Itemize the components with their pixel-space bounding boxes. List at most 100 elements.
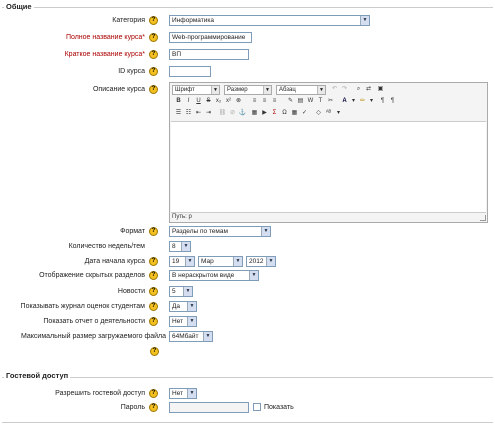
format-select[interactable]: Разделы по темам ▼ — [169, 226, 271, 237]
guest-password-input[interactable] — [169, 402, 249, 413]
help-icon[interactable]: ? — [149, 33, 158, 42]
highlight-color-icon[interactable]: ✏ — [358, 97, 367, 106]
maxbytes-label: Максимальный размер загружаемого файла — [20, 333, 166, 340]
paint-icon[interactable]: ✎ — [286, 97, 295, 106]
nolink-icon[interactable]: ✓ — [300, 109, 309, 118]
news-select[interactable]: 5 ▼ — [169, 286, 193, 297]
help-icon[interactable]: ? — [149, 85, 158, 94]
help-icon[interactable]: ? — [149, 227, 158, 236]
maxbytes-select[interactable]: 64Мбайт ▼ — [169, 331, 213, 342]
help-icon[interactable]: ? — [149, 67, 158, 76]
bullet-list-icon[interactable]: ☰ — [174, 109, 183, 118]
unlink-icon[interactable]: ⊘ — [228, 109, 237, 118]
chevron-down-icon: ▼ — [187, 317, 196, 326]
block-format-select[interactable]: Абзац ▼ — [276, 85, 326, 95]
idnumber-row: ID курса ? — [0, 66, 495, 78]
summary-editor: Шрифт ▼ Размер ▼ Абзац ▼ ↶ ↷ ⌕ ⇄ ▣ B I U… — [169, 82, 488, 223]
help-icon[interactable]: ? — [149, 403, 158, 412]
fullname-input[interactable]: Web-программирование — [169, 32, 252, 43]
showreports-row: Показать отчет о деятельности ? Нет ▼ — [0, 316, 495, 328]
guest-allow-select[interactable]: Нет ▼ — [169, 388, 197, 399]
font-family-select[interactable]: Шрифт ▼ — [172, 85, 220, 95]
media-icon[interactable]: ▶ — [260, 109, 269, 118]
align-center-icon[interactable]: ≡ — [260, 97, 269, 106]
showreports-label: Показать отчет о деятельности — [43, 318, 145, 325]
paste-text-icon[interactable]: T — [316, 97, 325, 106]
paste-icon[interactable]: ▤ — [296, 97, 305, 106]
bold-icon[interactable]: B — [174, 97, 183, 106]
category-select[interactable]: Информатика ▼ — [169, 15, 370, 26]
category-label: Категория — [112, 17, 145, 24]
help-icon[interactable]: ? — [149, 317, 158, 326]
help-icon[interactable]: ? — [149, 302, 158, 311]
editor-path: Путь: p — [172, 214, 192, 220]
chevron-down-icon: ▼ — [317, 86, 325, 94]
subscript-icon[interactable]: x₂ — [214, 97, 223, 106]
anchor-icon[interactable]: ⚓ — [238, 109, 247, 118]
redo-icon[interactable]: ↷ — [340, 85, 349, 94]
summary-textarea[interactable] — [171, 121, 486, 213]
special-char-icon[interactable]: Ω — [280, 109, 289, 118]
font-family-select-value: Шрифт — [175, 87, 195, 93]
startdate-year-select[interactable]: 2012 ▼ — [246, 256, 276, 267]
align-left-icon[interactable]: ≡ — [250, 97, 259, 106]
find-icon[interactable]: ⌕ — [354, 85, 363, 94]
link-icon[interactable]: ⛓ — [218, 109, 227, 118]
hiddensections-select[interactable]: В нераскрытом виде ▼ — [169, 270, 259, 281]
help-icon[interactable]: ? — [149, 50, 158, 59]
table-icon[interactable]: ▦ — [290, 109, 299, 118]
font-size-select-value: Размер — [227, 87, 248, 93]
cleanup-icon[interactable]: ✂ — [326, 97, 335, 106]
image-icon[interactable]: ▦ — [250, 109, 259, 118]
startdate-month-select[interactable]: Мар ▼ — [198, 256, 243, 267]
format-select-value: Разделы по темам — [172, 228, 228, 235]
showgrades-select[interactable]: Да ▼ — [169, 301, 197, 312]
indent-icon[interactable]: ⇥ — [204, 109, 213, 118]
outdent-icon[interactable]: ⇤ — [194, 109, 203, 118]
chevron-down-icon[interactable]: ▾ — [367, 97, 376, 106]
hiddensections-select-value: В нераскрытом виде — [172, 272, 235, 279]
idnumber-input[interactable] — [169, 66, 211, 77]
ltr-icon[interactable]: ¶ — [378, 97, 387, 106]
clear-format-icon[interactable]: ⊗ — [234, 97, 243, 106]
help-icon[interactable]: ? — [149, 16, 158, 25]
numsections-select[interactable]: 8 ▼ — [169, 241, 191, 252]
math-icon[interactable]: Σ — [270, 109, 279, 118]
help-icon[interactable]: ? — [149, 389, 158, 398]
align-right-icon[interactable]: ≡ — [270, 97, 279, 106]
help-icon[interactable]: ? — [149, 287, 158, 296]
show-password-checkbox[interactable] — [253, 403, 261, 411]
font-size-select[interactable]: Размер ▼ — [224, 85, 272, 95]
spellcheck-icon[interactable]: ᴬᴮ — [324, 109, 333, 118]
replace-icon[interactable]: ⇄ — [364, 85, 373, 94]
help-icon[interactable]: ? — [149, 271, 158, 280]
rtl-icon[interactable]: ¶ — [388, 97, 397, 106]
undo-icon[interactable]: ↶ — [330, 85, 339, 94]
startdate-label: Дата начала курса — [84, 258, 145, 265]
guest-allow-row: Разрешить гостевой доступ ? Нет ▼ — [0, 388, 495, 400]
shortname-input[interactable]: ВП — [169, 49, 249, 60]
superscript-icon[interactable]: x² — [224, 97, 233, 106]
chevron-down-icon[interactable]: ▾ — [334, 109, 343, 118]
paste-word-icon[interactable]: W — [306, 97, 315, 106]
help-icon[interactable]: ? — [149, 257, 158, 266]
category-row: Категория ? Информатика ▼ — [0, 15, 495, 27]
general-fieldset-border — [2, 7, 493, 8]
summary-label: Описание курса — [92, 86, 145, 93]
chevron-down-icon: ▼ — [203, 332, 212, 341]
showreports-select[interactable]: Нет ▼ — [169, 316, 197, 327]
italic-icon[interactable]: I — [184, 97, 193, 106]
startdate-day-select[interactable]: 19 ▼ — [169, 256, 195, 267]
underline-icon[interactable]: U — [194, 97, 203, 106]
strikethrough-icon[interactable]: S — [204, 97, 213, 106]
help-icon[interactable]: ? — [150, 347, 159, 356]
category-select-value: Информатика — [172, 17, 214, 24]
fullscreen-icon[interactable]: ▣ — [376, 85, 385, 94]
guest-password-label: Пароль — [120, 404, 145, 411]
chevron-down-icon[interactable]: ▾ — [349, 97, 358, 106]
html-source-icon[interactable]: ◇ — [314, 109, 323, 118]
chevron-down-icon: ▼ — [183, 287, 192, 296]
resize-handle[interactable] — [480, 215, 486, 221]
text-color-icon[interactable]: A — [340, 97, 349, 106]
numbered-list-icon[interactable]: ☷ — [184, 109, 193, 118]
